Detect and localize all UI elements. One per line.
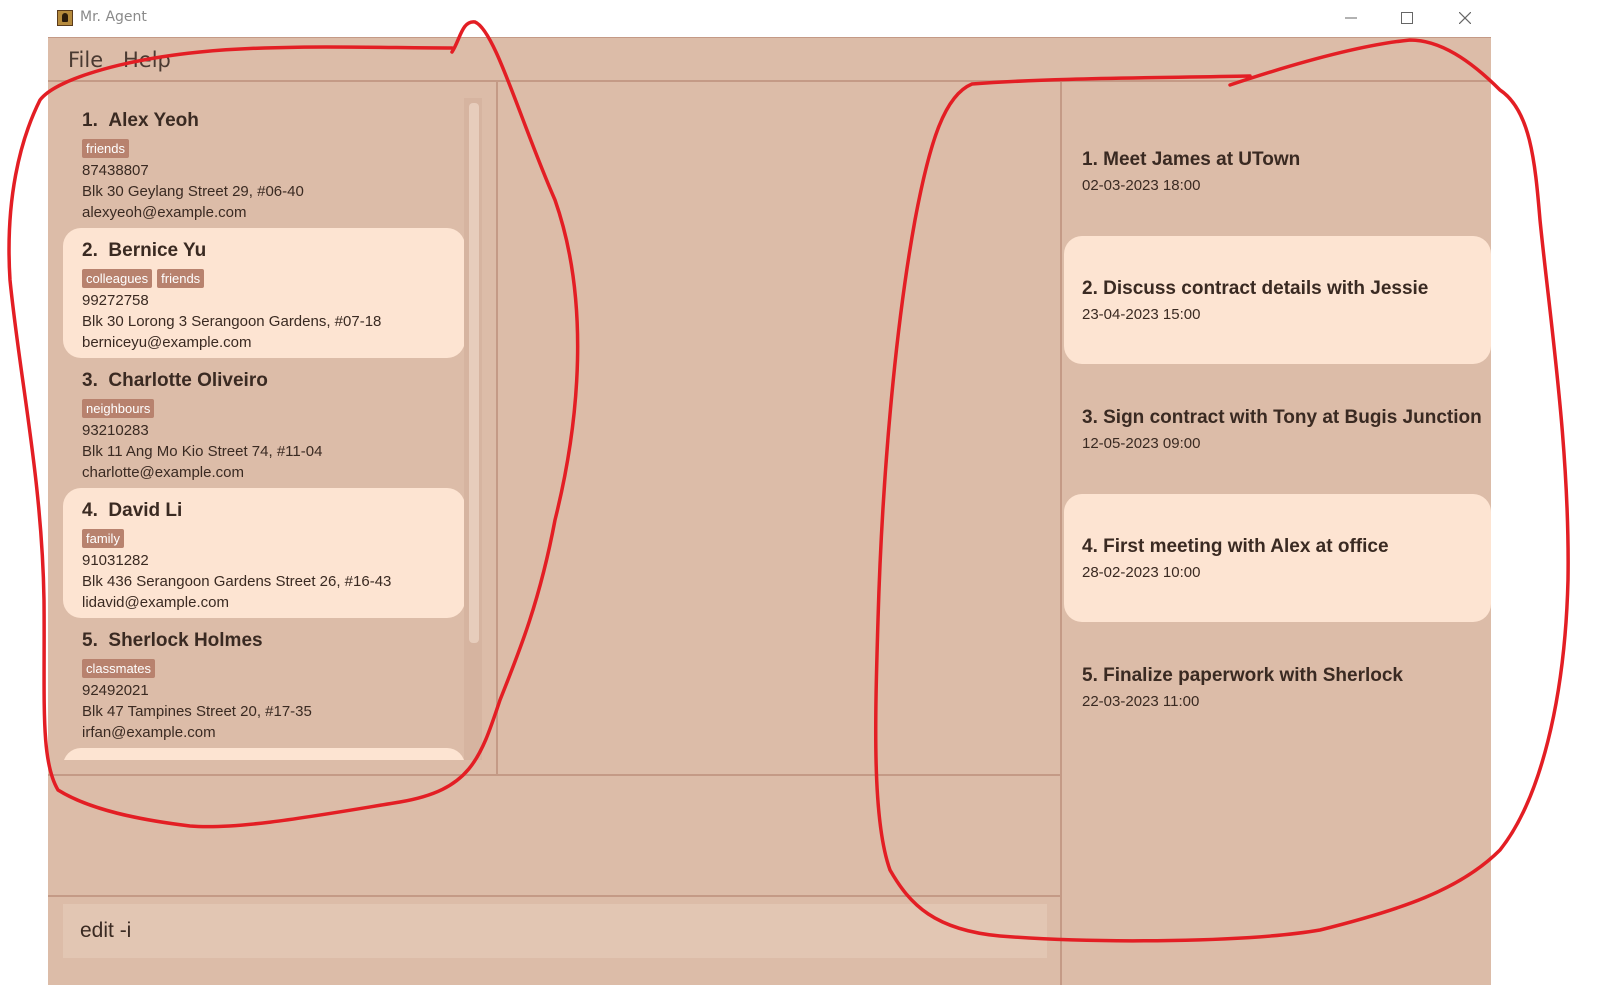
tag-badge: family bbox=[82, 529, 124, 548]
tag-badge: friends bbox=[157, 269, 205, 288]
person-name: 2. Bernice Yu bbox=[82, 240, 207, 261]
person-address: Blk 11 Ang Mo Kio Street 74, #11-04 bbox=[82, 443, 323, 460]
person-phone: 91031282 bbox=[82, 552, 149, 569]
person-email: lidavid@example.com bbox=[82, 594, 229, 611]
person-tags: colleagues friends bbox=[82, 268, 465, 290]
meeting-card[interactable]: 3. Sign contract with Tony at Bugis Junc… bbox=[1064, 365, 1491, 493]
maximize-button[interactable] bbox=[1392, 6, 1422, 30]
person-address: Blk 436 Serangoon Gardens Street 26, #16… bbox=[82, 573, 392, 590]
title-bar: Mr. Agent bbox=[48, 0, 1491, 37]
person-tags: neighbours bbox=[82, 398, 465, 420]
person-tags: friends bbox=[82, 138, 465, 160]
meeting-datetime: 12-05-2023 09:00 bbox=[1082, 435, 1201, 452]
scrollbar-thumb[interactable] bbox=[469, 103, 479, 643]
person-email: irfan@example.com bbox=[82, 724, 216, 741]
meeting-datetime: 02-03-2023 18:00 bbox=[1082, 177, 1201, 194]
person-card[interactable]: 2. Bernice Yu colleagues friends 99272758 Bl… bbox=[63, 228, 465, 358]
close-icon bbox=[1459, 12, 1471, 24]
person-address: Blk 30 Lorong 3 Serangoon Gardens, #07-1… bbox=[82, 313, 382, 330]
tag-badge: classmates bbox=[82, 659, 156, 678]
person-card[interactable]: 1. Alex Yeoh friends 87438807 Blk 30 Geylan… bbox=[63, 98, 465, 228]
person-tags: classmates bbox=[82, 658, 465, 680]
meeting-card[interactable]: 2. Discuss contract details with Jessie 2… bbox=[1064, 236, 1491, 364]
tag-badge: colleagues bbox=[82, 269, 153, 288]
person-tags: family bbox=[82, 528, 465, 550]
meeting-title: 1. Meet James at UTown bbox=[1082, 149, 1301, 170]
result-display bbox=[48, 774, 1060, 897]
detail-panel bbox=[496, 82, 1060, 774]
window-title: Mr. Agent bbox=[80, 9, 147, 25]
person-email: charlotte@example.com bbox=[82, 464, 244, 481]
tag-badge: friends bbox=[82, 139, 130, 158]
menu-file[interactable]: File bbox=[68, 48, 103, 72]
person-phone: 87438807 bbox=[82, 162, 149, 179]
person-list-scrollbar[interactable] bbox=[464, 98, 482, 760]
person-card[interactable]: 5. Sherlock Holmes classmates 92492021 Blk … bbox=[63, 618, 465, 748]
person-name: 5. Sherlock Holmes bbox=[82, 630, 263, 651]
command-input[interactable]: edit -i bbox=[63, 904, 1047, 958]
minimize-icon bbox=[1345, 17, 1357, 19]
person-phone: 92492021 bbox=[82, 682, 149, 699]
meeting-datetime: 28-02-2023 10:00 bbox=[1082, 564, 1201, 581]
meeting-title: 2. Discuss contract details with Jessie bbox=[1082, 278, 1429, 299]
person-list-panel: 1. Alex Yeoh friends 87438807 Blk 30 Geylan… bbox=[48, 82, 496, 774]
tag-badge: neighbours bbox=[82, 399, 155, 418]
person-email: alexyeoh@example.com bbox=[82, 204, 247, 221]
person-phone: 99272758 bbox=[82, 292, 149, 309]
minimize-button[interactable] bbox=[1336, 6, 1366, 30]
command-area: edit -i bbox=[48, 897, 1060, 985]
meeting-card[interactable]: 1. Meet James at UTown 02-03-2023 18:00 bbox=[1064, 107, 1491, 235]
meeting-card[interactable]: 5. Finalize paperwork with Sherlock 22-03… bbox=[1064, 623, 1491, 751]
person-address: Blk 30 Geylang Street 29, #06-40 bbox=[82, 183, 304, 200]
command-input-text: edit -i bbox=[80, 919, 132, 942]
person-card[interactable] bbox=[63, 748, 465, 760]
meeting-title: 3. Sign contract with Tony at Bugis Junc… bbox=[1082, 407, 1482, 428]
person-card[interactable]: 3. Charlotte Oliveiro neighbours 93210283 B… bbox=[63, 358, 465, 488]
app-window: File Help 1. Alex Yeoh friends 87438807 Blk… bbox=[48, 37, 1491, 985]
maximize-icon bbox=[1401, 12, 1413, 24]
meeting-title: 5. Finalize paperwork with Sherlock bbox=[1082, 665, 1403, 686]
meeting-list-panel: 1. Meet James at UTown 02-03-2023 18:00 2.… bbox=[1060, 82, 1491, 985]
person-phone: 93210283 bbox=[82, 422, 149, 439]
close-button[interactable] bbox=[1450, 6, 1480, 30]
person-address: Blk 47 Tampines Street 20, #17-35 bbox=[82, 703, 312, 720]
menu-bar: File Help bbox=[48, 37, 1491, 82]
person-list[interactable]: 1. Alex Yeoh friends 87438807 Blk 30 Geylan… bbox=[63, 98, 465, 760]
menu-help[interactable]: Help bbox=[123, 48, 171, 72]
person-card[interactable]: 4. David Li family 91031282 Blk 436 Serango… bbox=[63, 488, 465, 618]
meeting-datetime: 23-04-2023 15:00 bbox=[1082, 306, 1201, 323]
person-email: berniceyu@example.com bbox=[82, 334, 252, 351]
person-name: 3. Charlotte Oliveiro bbox=[82, 370, 268, 391]
meeting-title: 4. First meeting with Alex at office bbox=[1082, 536, 1389, 557]
person-name: 4. David Li bbox=[82, 500, 183, 521]
meeting-card[interactable]: 4. First meeting with Alex at office 28-0… bbox=[1064, 494, 1491, 622]
meeting-datetime: 22-03-2023 11:00 bbox=[1082, 693, 1200, 710]
app-icon bbox=[57, 10, 73, 26]
person-name: 1. Alex Yeoh bbox=[82, 110, 199, 131]
